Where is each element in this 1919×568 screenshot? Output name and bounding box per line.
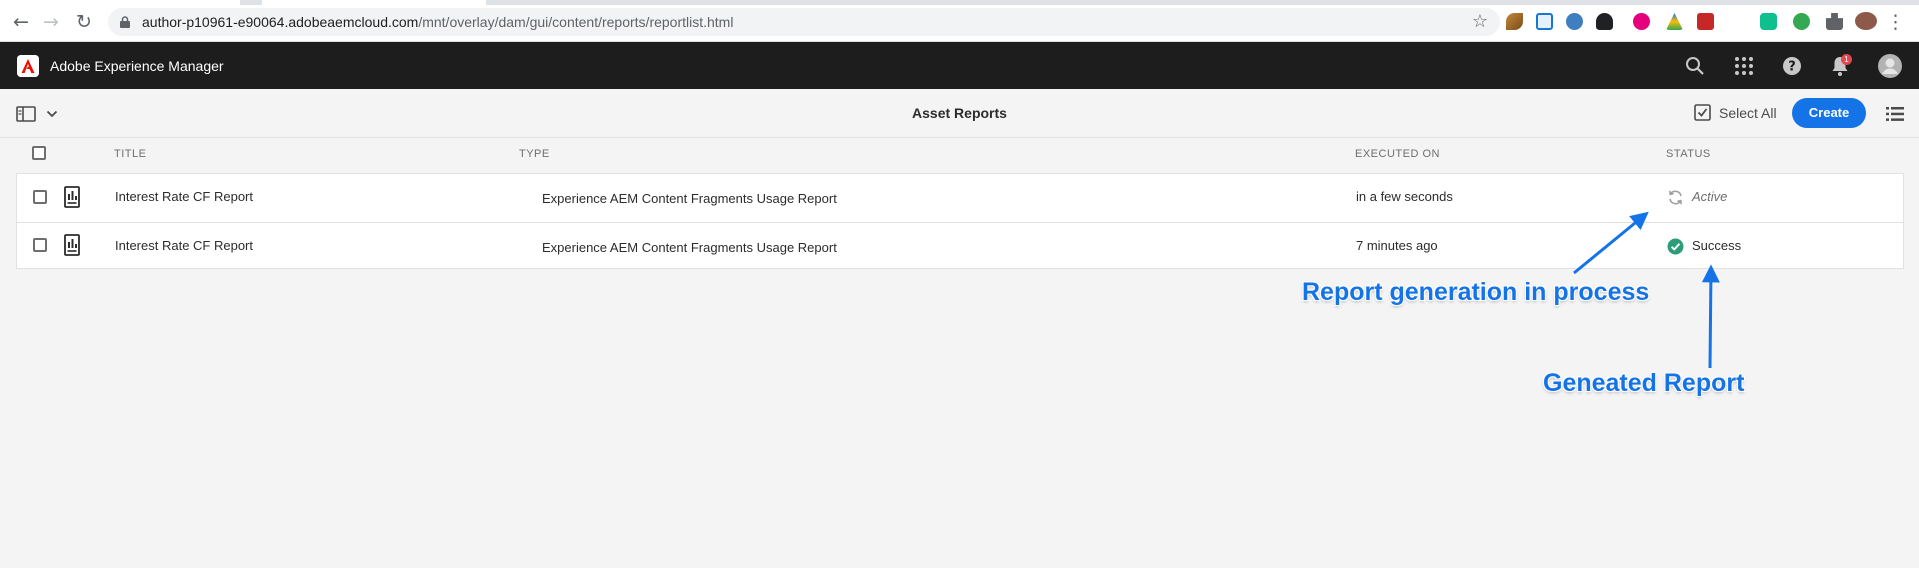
reload-icon[interactable]: ↻ bbox=[72, 10, 96, 34]
bookmark-star-icon[interactable]: ☆ bbox=[1472, 11, 1488, 32]
report-table: Interest Rate CF Report Experience AEM C… bbox=[16, 173, 1904, 269]
svg-text:?: ? bbox=[1788, 60, 1796, 75]
forward-icon[interactable]: → bbox=[39, 10, 63, 34]
report-icon bbox=[64, 186, 80, 208]
n-extension-icon[interactable] bbox=[1536, 13, 1553, 30]
column-header-executed-on[interactable]: EXECUTED ON bbox=[1355, 148, 1440, 160]
lock-icon bbox=[120, 16, 130, 28]
browser-toolbar: ← → ↻ author-p10961-e90064.adobeaemcloud… bbox=[0, 0, 1919, 42]
back-icon[interactable]: ← bbox=[9, 10, 33, 34]
sync-icon bbox=[1669, 190, 1682, 205]
row-executed-on: 7 minutes ago bbox=[1356, 238, 1438, 253]
browser-menu-icon[interactable]: ⋮ bbox=[1886, 10, 1905, 34]
annotation-generated: Geneated Report bbox=[1543, 369, 1745, 397]
page-title: Asset Reports bbox=[912, 105, 1007, 121]
compass-extension-icon[interactable] bbox=[1566, 13, 1583, 30]
adobe-logo-icon[interactable] bbox=[17, 55, 39, 77]
row-title[interactable]: Interest Rate CF Report bbox=[115, 238, 253, 254]
select-all-rows-checkbox[interactable] bbox=[32, 146, 46, 160]
row-checkbox[interactable] bbox=[33, 238, 47, 252]
drive-extension-icon[interactable] bbox=[1666, 13, 1683, 30]
notification-count-badge: 1 bbox=[1841, 54, 1852, 65]
url-text: author-p10961-e90064.adobeaemcloud.com/m… bbox=[142, 13, 733, 31]
row-type: Experience AEM Content Fragments Usage R… bbox=[542, 240, 837, 255]
b-plus-extension-icon[interactable] bbox=[1793, 13, 1810, 30]
colorzilla-extension-icon[interactable] bbox=[1633, 13, 1650, 30]
row-status: Success bbox=[1692, 238, 1742, 253]
row-title[interactable]: Interest Rate CF Report bbox=[115, 189, 253, 205]
address-bar[interactable]: author-p10961-e90064.adobeaemcloud.com/m… bbox=[108, 8, 1500, 36]
user-avatar-icon[interactable] bbox=[1877, 53, 1903, 79]
tab-strip bbox=[0, 0, 1919, 5]
action-bar: Asset Reports Select All Create bbox=[0, 89, 1919, 138]
aem-shell-header: Adobe Experience Manager ? 1 bbox=[0, 42, 1919, 89]
table-row[interactable]: Interest Rate CF Report Experience AEM C… bbox=[17, 174, 1903, 222]
arrow-to-success-status bbox=[1701, 264, 1720, 369]
row-status: Active bbox=[1692, 189, 1728, 204]
annotation-in-process: Report generation in process bbox=[1302, 278, 1650, 306]
row-executed-on: in a few seconds bbox=[1356, 189, 1453, 204]
search-icon[interactable] bbox=[1683, 54, 1707, 78]
column-header-title[interactable]: TITLE bbox=[114, 148, 146, 160]
extensions-puzzle-icon[interactable] bbox=[1826, 13, 1843, 30]
pen-extension-icon[interactable] bbox=[1506, 13, 1523, 30]
grammarly-extension-icon[interactable] bbox=[1760, 13, 1777, 30]
select-all-checkbox-icon bbox=[1694, 104, 1711, 121]
incognito-extension-icon[interactable] bbox=[1596, 13, 1613, 30]
list-view-icon[interactable] bbox=[1886, 106, 1904, 122]
report-icon bbox=[64, 234, 80, 256]
select-all-label: Select All bbox=[1719, 105, 1777, 121]
column-header-type[interactable]: TYPE bbox=[519, 148, 550, 160]
row-checkbox[interactable] bbox=[33, 190, 47, 204]
red-extension-icon[interactable] bbox=[1697, 13, 1714, 30]
success-check-icon bbox=[1667, 238, 1684, 255]
column-header-status[interactable]: STATUS bbox=[1666, 148, 1711, 160]
url-host: author-p10961-e90064.adobeaemcloud.com bbox=[142, 14, 419, 30]
app-title: Adobe Experience Manager bbox=[50, 58, 224, 74]
table-row[interactable]: Interest Rate CF Report Experience AEM C… bbox=[17, 222, 1903, 270]
create-button[interactable]: Create bbox=[1792, 98, 1866, 128]
profile-avatar-icon[interactable] bbox=[1855, 12, 1877, 30]
row-type: Experience AEM Content Fragments Usage R… bbox=[542, 191, 837, 206]
url-path: /mnt/overlay/dam/gui/content/reports/rep… bbox=[418, 14, 734, 30]
apps-grid-icon[interactable] bbox=[1732, 54, 1756, 78]
help-icon[interactable]: ? bbox=[1780, 54, 1804, 78]
